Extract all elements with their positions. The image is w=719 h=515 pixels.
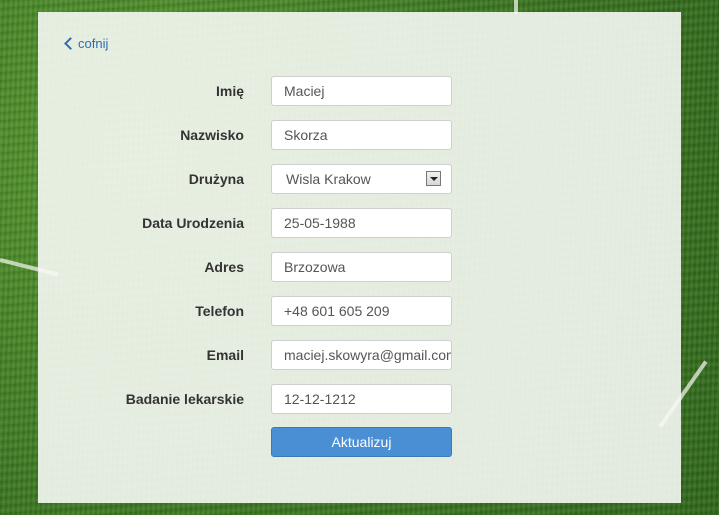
form-row-team: Drużyna Wisla Krakow [38, 164, 681, 194]
update-button[interactable]: Aktualizuj [271, 427, 452, 457]
last-name-input[interactable]: Skorza [271, 120, 452, 150]
first-name-input[interactable]: Maciej [271, 76, 452, 106]
last-name-label: Nazwisko [180, 127, 244, 143]
phone-label: Telefon [195, 303, 244, 319]
form-row-last-name: Nazwisko Skorza [38, 120, 681, 150]
phone-input[interactable]: +48 601 605 209 [271, 296, 452, 326]
form-row-birth-date: Data Urodzenia 25-05-1988 [38, 208, 681, 238]
birth-date-input[interactable]: 25-05-1988 [271, 208, 452, 238]
form-row-medical-exam: Badanie lekarskie 12-12-1212 [38, 384, 681, 414]
form-row-address: Adres Brzozowa [38, 252, 681, 282]
back-link[interactable]: cofnij [64, 36, 109, 51]
form-row-first-name: Imię Maciej [38, 76, 681, 106]
address-label: Adres [204, 259, 244, 275]
form-row-email: Email maciej.skowyra@gmail.com [38, 340, 681, 370]
first-name-label: Imię [215, 83, 244, 99]
chevron-left-icon [64, 36, 77, 50]
team-label: Drużyna [188, 171, 244, 187]
medical-exam-input[interactable]: 12-12-1212 [271, 384, 452, 414]
form-panel: cofnij Imię Maciej Nazwisko Skorza Druży… [38, 12, 681, 503]
birth-date-label: Data Urodzenia [142, 215, 244, 231]
email-input[interactable]: maciej.skowyra@gmail.com [271, 340, 452, 370]
team-select[interactable]: Wisla Krakow [271, 164, 452, 194]
medical-exam-label: Badanie lekarskie [125, 391, 244, 407]
email-label: Email [206, 347, 244, 363]
form-row-phone: Telefon +48 601 605 209 [38, 296, 681, 326]
dropdown-arrow-icon[interactable] [426, 171, 441, 186]
back-link-label: cofnij [78, 36, 109, 51]
team-select-value: Wisla Krakow [286, 171, 371, 187]
address-input[interactable]: Brzozowa [271, 252, 452, 282]
